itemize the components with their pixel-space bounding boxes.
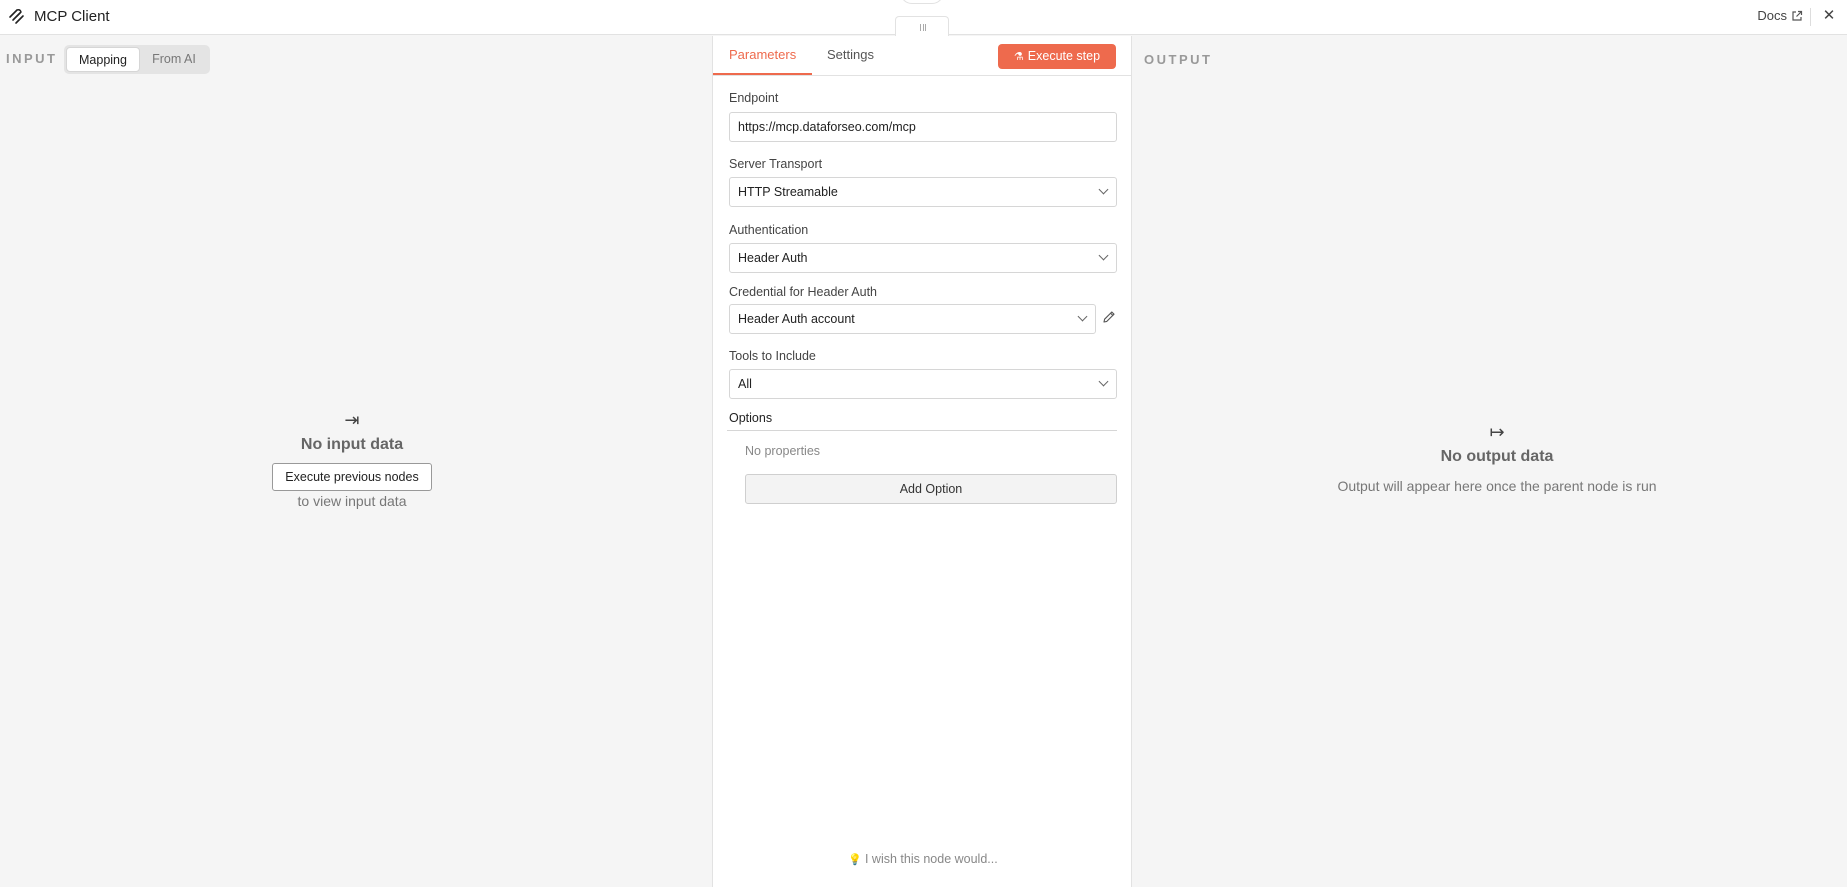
external-link-icon: [1792, 10, 1803, 21]
endpoint-value: https://mcp.dataforseo.com/mcp: [738, 120, 916, 134]
mode-mapping[interactable]: Mapping: [66, 47, 140, 72]
input-panel-label: INPUT: [6, 51, 58, 66]
feedback-link[interactable]: 💡 I wish this node would...: [713, 852, 1133, 866]
output-empty-state: ↦ No output data Output will appear here…: [1307, 422, 1687, 497]
tools-value: All: [738, 377, 752, 391]
parameters-panel: Parameters Settings ⚗ Execute step Endpoi…: [712, 36, 1133, 887]
chevron-down-icon: [1098, 376, 1109, 387]
grip-icon: [920, 24, 926, 31]
endpoint-input[interactable]: https://mcp.dataforseo.com/mcp: [729, 112, 1117, 142]
authentication-value: Header Auth: [738, 251, 808, 265]
tools-label: Tools to Include: [729, 349, 816, 363]
credential-value: Header Auth account: [738, 312, 855, 326]
tab-parameters[interactable]: Parameters: [729, 47, 796, 62]
chevron-down-icon: [1077, 311, 1088, 322]
tab-settings[interactable]: Settings: [827, 47, 874, 62]
docs-link[interactable]: Docs: [1757, 8, 1803, 23]
docs-label: Docs: [1757, 8, 1787, 23]
pencil-icon[interactable]: [1102, 310, 1116, 324]
chevron-down-icon: [1098, 250, 1109, 261]
server-transport-select[interactable]: HTTP Streamable: [729, 177, 1117, 207]
execute-previous-nodes-button[interactable]: Execute previous nodes: [272, 463, 432, 491]
output-panel-label: OUTPUT: [1144, 52, 1213, 67]
add-option-button[interactable]: Add Option: [745, 474, 1117, 504]
input-empty-subtitle: to view input data: [297, 493, 407, 509]
execute-step-label: Execute step: [1027, 49, 1101, 63]
arrow-from-bar-icon: ↦: [1489, 422, 1505, 442]
no-properties-text: No properties: [745, 444, 821, 458]
input-panel: INPUT Mapping From AI ⇥ No input data Ex…: [0, 36, 712, 887]
lightbulb-icon: 💡: [848, 854, 862, 866]
close-icon[interactable]: ✕: [1819, 6, 1839, 26]
server-transport-value: HTTP Streamable: [738, 185, 838, 199]
authentication-label: Authentication: [729, 223, 809, 237]
input-empty-state: ⇥ No input data Execute previous nodes t…: [0, 410, 704, 509]
panel-tabs: Parameters Settings ⚗ Execute step: [713, 36, 1133, 76]
input-mode-toggle: Mapping From AI: [64, 45, 210, 74]
input-empty-title: No input data: [300, 436, 404, 453]
arrow-to-right-bar-icon: ⇥: [344, 410, 360, 430]
execute-step-button[interactable]: ⚗ Execute step: [998, 44, 1116, 69]
credential-select[interactable]: Header Auth account: [729, 304, 1096, 334]
feedback-label: I wish this node would...: [864, 852, 998, 866]
mode-from-ai[interactable]: From AI: [140, 47, 208, 72]
output-empty-title: No output data: [1440, 448, 1554, 465]
output-empty-subtitle: Output will appear here once the parent …: [1337, 478, 1657, 494]
panel-drag-handle[interactable]: [895, 16, 949, 36]
credential-label: Credential for Header Auth: [729, 285, 878, 299]
chevron-down-icon: [1098, 184, 1109, 195]
tools-select[interactable]: All: [729, 369, 1117, 399]
node-title: MCP Client: [34, 8, 110, 25]
mcp-logo-icon: [9, 9, 24, 24]
active-tab-indicator: [713, 73, 812, 75]
header-divider: [1810, 8, 1811, 26]
flask-icon: ⚗: [1013, 51, 1024, 63]
options-divider: [727, 430, 1117, 431]
server-transport-label: Server Transport: [729, 157, 823, 171]
authentication-select[interactable]: Header Auth: [729, 243, 1117, 273]
options-heading: Options: [729, 411, 773, 425]
endpoint-label: Endpoint: [729, 91, 779, 105]
output-panel: OUTPUT ↦ No output data Output will appe…: [1132, 36, 1847, 887]
